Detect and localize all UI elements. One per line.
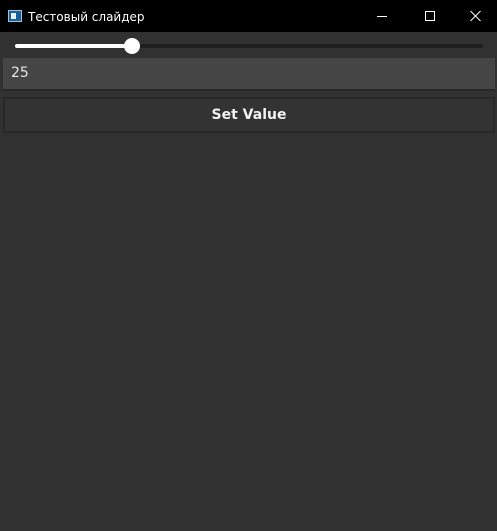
value-input[interactable]: 25 [3, 58, 495, 91]
maximize-button[interactable] [406, 0, 452, 32]
slider-fill [15, 44, 132, 48]
minimize-button[interactable] [359, 0, 405, 32]
value-slider[interactable] [15, 37, 483, 55]
title-bar[interactable]: Тестовый слайдер [0, 0, 497, 32]
window-title: Тестовый слайдер [28, 10, 145, 24]
close-button[interactable] [452, 0, 497, 32]
close-icon [470, 10, 481, 22]
slider-thumb[interactable] [124, 38, 140, 54]
minimize-icon [377, 16, 387, 17]
set-value-button[interactable]: Set Value [3, 97, 495, 133]
app-icon [8, 10, 22, 22]
maximize-icon [425, 11, 435, 21]
app-window: Тестовый слайдер 25 Set Value [0, 0, 497, 531]
